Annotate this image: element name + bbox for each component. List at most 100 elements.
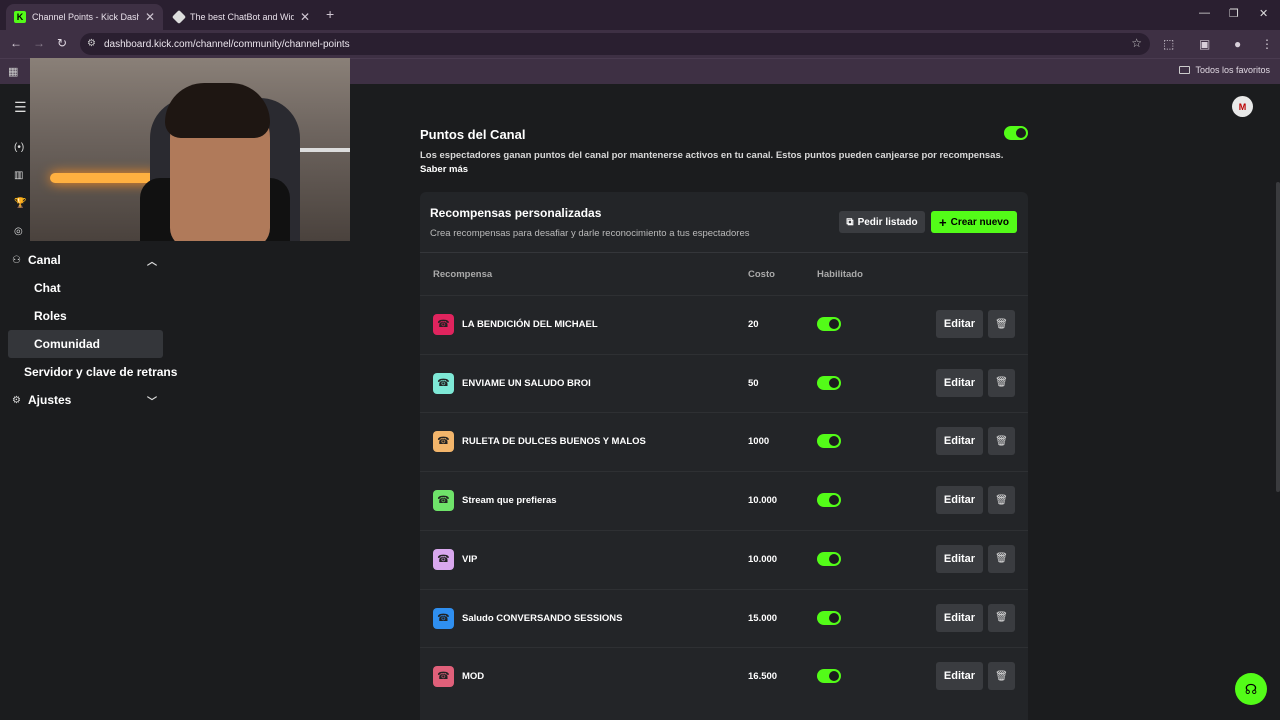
sidepanel-icon[interactable]: ▣: [1199, 37, 1210, 51]
profile-icon[interactable]: ●: [1234, 37, 1241, 51]
panel-title: Recompensas personalizadas: [430, 206, 602, 220]
new-tab-icon[interactable]: +: [326, 6, 334, 22]
reward-cost: 10.000: [748, 495, 778, 507]
chevron-down-icon[interactable]: ﹀: [147, 393, 157, 408]
page-title: Puntos del Canal: [420, 127, 526, 142]
page-description: Los espectadores ganan puntos del canal …: [420, 150, 1004, 161]
reward-cost: 15.000: [748, 612, 778, 624]
reward-icon: ☎: [433, 372, 454, 394]
reward-enabled-toggle[interactable]: [817, 493, 841, 508]
kick-logo-icon: K: [14, 11, 26, 23]
plus-icon: +: [939, 214, 947, 230]
person-hair: [165, 83, 270, 138]
column-header-enabled: Habilitado: [817, 269, 863, 280]
edit-button[interactable]: Editar: [936, 427, 983, 456]
all-bookmarks-folder[interactable]: Todos los favoritos: [1179, 65, 1270, 75]
minimize-icon[interactable]: —: [1199, 7, 1210, 19]
analytics-icon[interactable]: ▥: [14, 170, 23, 181]
close-window-icon[interactable]: ✕: [1259, 7, 1268, 20]
scrollbar[interactable]: [1276, 182, 1280, 492]
chevron-up-icon[interactable]: ︿: [147, 253, 157, 268]
toggle-knob: [829, 612, 839, 623]
delete-button[interactable]: 🗑: [988, 662, 1015, 691]
avatar[interactable]: M: [1232, 96, 1253, 117]
sidebar-item-chat[interactable]: Chat: [8, 274, 163, 302]
reward-cost: 16.500: [748, 671, 778, 683]
close-icon[interactable]: ✕: [300, 10, 310, 24]
reward-icon: ☎: [433, 607, 454, 629]
reward-name: Saludo CONVERSANDO SESSIONS: [462, 612, 623, 624]
trash-icon: 🗑: [995, 494, 1008, 506]
reward-enabled-toggle[interactable]: [817, 434, 841, 449]
trash-icon: 🗑: [995, 553, 1008, 565]
delete-button[interactable]: 🗑: [988, 603, 1015, 632]
section-label: Ajustes: [28, 393, 72, 407]
delete-button[interactable]: 🗑: [988, 544, 1015, 573]
reward-cost: 50: [748, 377, 759, 389]
reward-icon: ☎: [433, 314, 454, 335]
edit-button[interactable]: Editar: [936, 603, 983, 632]
reward-name: MOD: [462, 671, 485, 683]
hamburger-menu-icon[interactable]: ☰: [14, 99, 27, 116]
folder-label: Todos los favoritos: [1195, 65, 1270, 75]
extensions-icon[interactable]: ⬚: [1163, 37, 1174, 51]
delete-button[interactable]: 🗑: [988, 368, 1015, 397]
sidebar-item-stream-key[interactable]: Servidor y clave de retrans: [24, 365, 177, 379]
help-chat-button[interactable]: ☊: [1235, 673, 1267, 705]
create-reward-button[interactable]: + Crear nuevo: [931, 211, 1017, 233]
reward-name: Stream que prefieras: [462, 495, 557, 507]
reward-enabled-toggle[interactable]: [817, 669, 841, 684]
live-icon[interactable]: (•): [14, 142, 24, 153]
table-row: ☎ VIP 10.000 Editar 🗑: [420, 529, 1028, 588]
browser-tab-bar: K Channel Points - Kick Dashboard ✕ The …: [0, 0, 1280, 30]
gear-icon: ⚙: [12, 394, 21, 406]
request-list-button[interactable]: ⧉ Pedir listado: [839, 211, 925, 233]
address-bar: ← → ↻ ⚙ dashboard.kick.com/channel/commu…: [0, 30, 1280, 58]
reward-enabled-toggle[interactable]: [817, 375, 841, 390]
edit-button[interactable]: Editar: [936, 544, 983, 573]
toggle-knob: [829, 436, 839, 447]
back-icon[interactable]: ←: [10, 36, 22, 50]
folder-icon: [1179, 66, 1191, 74]
bookmark-star-icon[interactable]: ☆: [1131, 36, 1142, 50]
sidebar-item-comunidad[interactable]: Comunidad: [8, 330, 163, 358]
delete-button[interactable]: 🗑: [988, 486, 1015, 515]
reward-enabled-toggle[interactable]: [817, 551, 841, 566]
edit-button[interactable]: Editar: [936, 310, 983, 338]
restore-icon[interactable]: ❐: [1229, 7, 1239, 20]
learn-more-link[interactable]: Saber más: [420, 164, 468, 175]
close-icon[interactable]: ✕: [145, 10, 155, 24]
toggle-knob: [829, 495, 839, 506]
toggle-knob: [829, 377, 839, 388]
section-label: Canal: [28, 253, 61, 267]
url-field[interactable]: ⚙ dashboard.kick.com/channel/community/c…: [80, 33, 1150, 55]
reward-enabled-toggle[interactable]: [817, 610, 841, 625]
apps-grid-icon[interactable]: ▦: [8, 65, 18, 78]
button-label: Crear nuevo: [950, 216, 1009, 228]
forward-icon[interactable]: →: [33, 36, 45, 50]
reload-icon[interactable]: ↻: [57, 36, 67, 50]
reward-name: RULETA DE DULCES BUENOS Y MALOS: [462, 436, 646, 448]
sidebar-item-roles[interactable]: Roles: [8, 302, 163, 330]
toggle-knob: [1016, 128, 1026, 138]
divider: [420, 252, 1028, 253]
reward-enabled-toggle[interactable]: [817, 317, 841, 331]
delete-button[interactable]: 🗑: [988, 310, 1015, 338]
more-menu-icon[interactable]: ⋮: [1261, 37, 1273, 51]
reward-icon: ☎: [433, 666, 454, 688]
tab-chatbot[interactable]: The best ChatBot and Widgets ✕: [166, 4, 318, 30]
delete-button[interactable]: 🗑: [988, 427, 1015, 456]
edit-button[interactable]: Editar: [936, 662, 983, 691]
trophy-icon[interactable]: 🏆: [14, 198, 26, 209]
sidebar-section-canal[interactable]: ⚇ Canal ︿: [8, 246, 163, 274]
target-icon[interactable]: ◎: [14, 226, 23, 237]
panel-subtitle: Crea recompensas para desafiar y darle r…: [430, 228, 750, 239]
channel-points-toggle[interactable]: [1004, 126, 1028, 140]
edit-button[interactable]: Editar: [936, 486, 983, 515]
edit-button[interactable]: Editar: [936, 368, 983, 397]
sidebar-section-ajustes[interactable]: ⚙ Ajustes ﹀: [8, 386, 163, 414]
site-settings-icon[interactable]: ⚙: [87, 38, 96, 49]
tab-channel-points[interactable]: K Channel Points - Kick Dashboard ✕: [6, 4, 163, 30]
trash-icon: 🗑: [995, 670, 1008, 682]
reward-icon: ☎: [433, 490, 454, 512]
